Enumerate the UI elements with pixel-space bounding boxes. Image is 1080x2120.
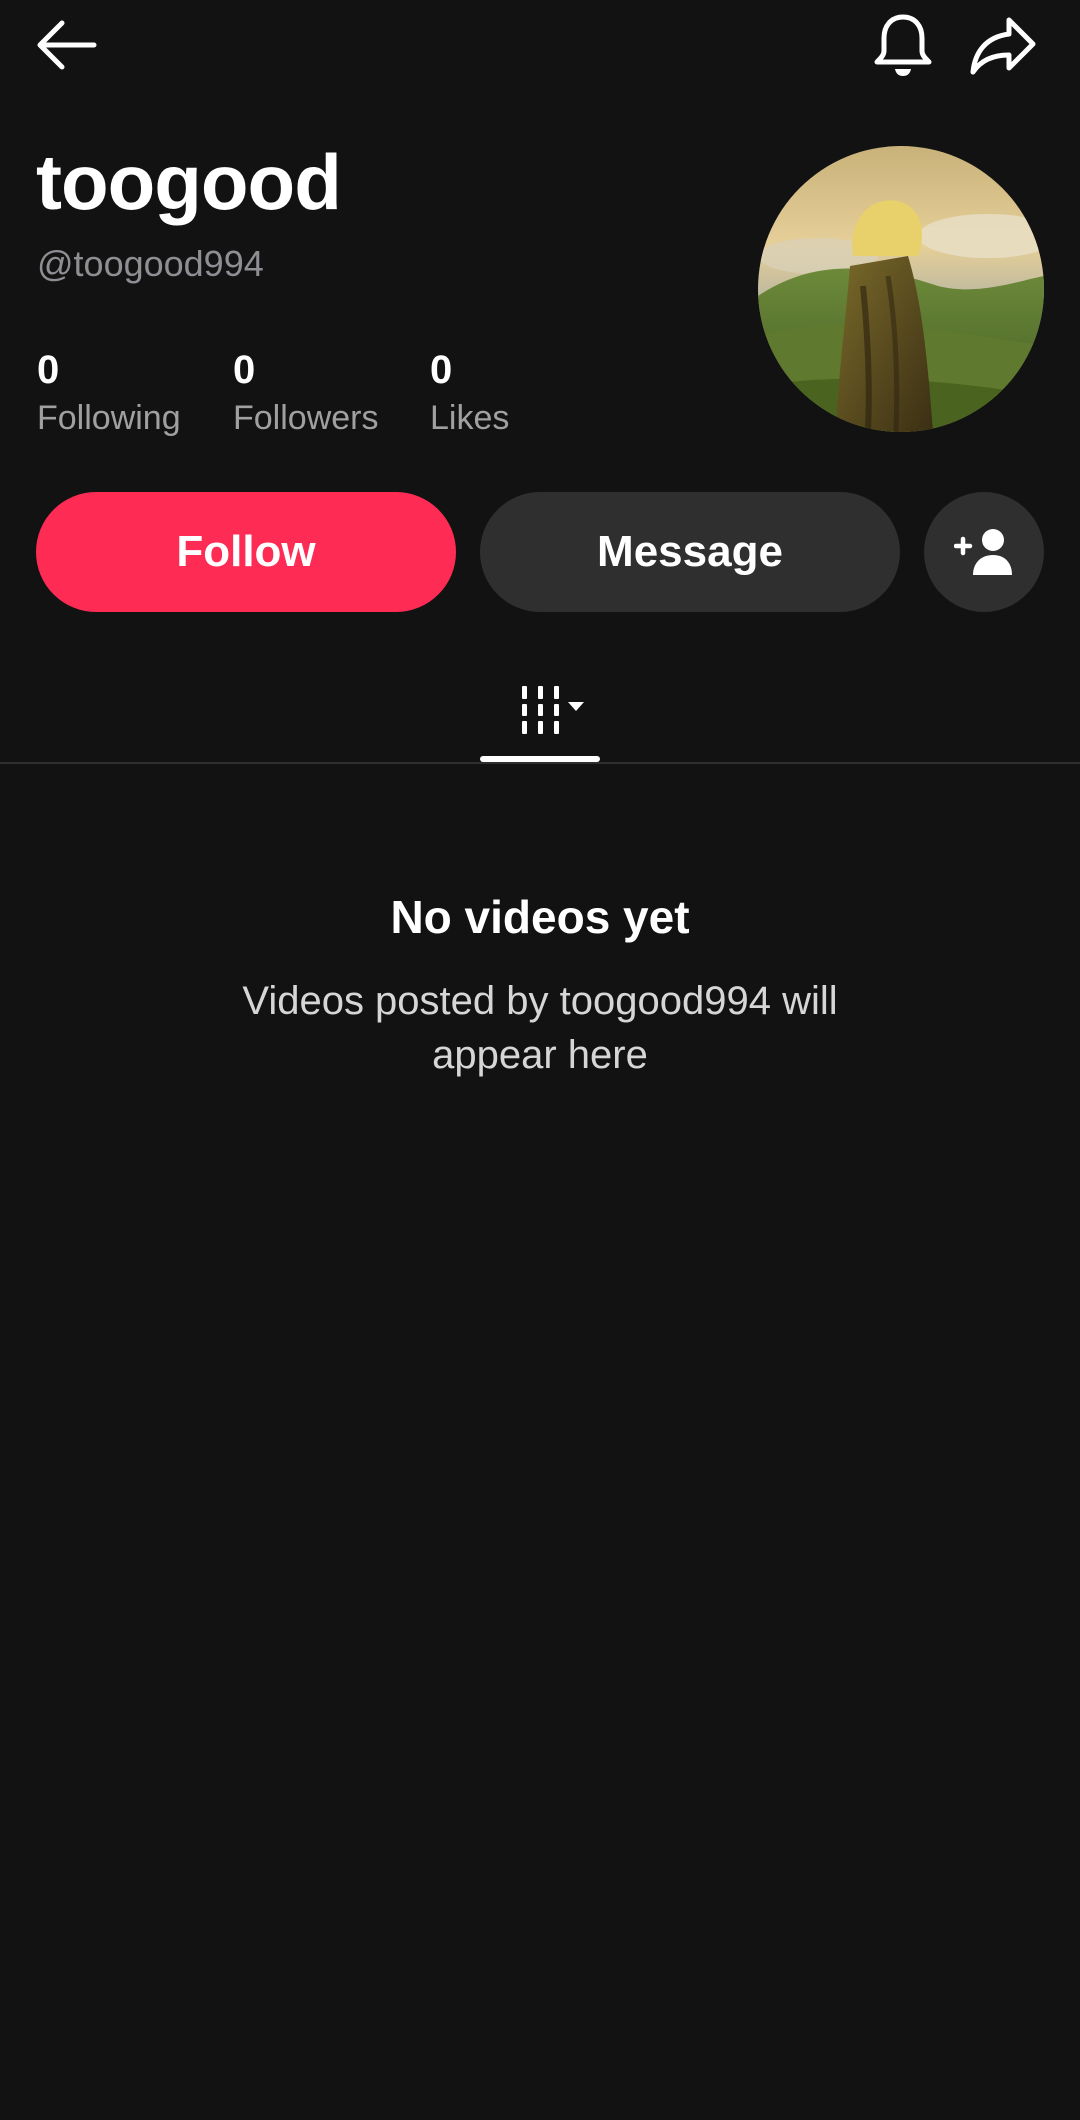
- avatar-image: [758, 146, 1044, 432]
- followers-count: 0: [233, 348, 256, 392]
- message-button[interactable]: Message: [480, 492, 900, 612]
- likes-stat[interactable]: 0 Likes: [430, 350, 509, 435]
- share-arrow-icon: [970, 17, 1036, 75]
- arrow-left-icon: [37, 20, 97, 70]
- username-handle: @toogood994: [37, 243, 264, 284]
- add-friend-button[interactable]: [924, 492, 1044, 612]
- tab-divider: [0, 762, 1080, 764]
- followers-stat[interactable]: 0 Followers: [233, 350, 378, 435]
- avatar[interactable]: [758, 146, 1044, 432]
- following-count: 0: [37, 348, 60, 392]
- empty-state-title: No videos yet: [390, 891, 690, 943]
- share-button[interactable]: [962, 8, 1044, 84]
- grid-dropdown-icon: [522, 686, 584, 734]
- likes-count: 0: [430, 348, 453, 392]
- back-button[interactable]: [26, 10, 106, 80]
- follow-button[interactable]: Follow: [36, 492, 456, 612]
- display-name: toogood: [36, 138, 342, 226]
- likes-label: Likes: [430, 399, 510, 437]
- followers-label: Followers: [233, 399, 379, 437]
- notifications-button[interactable]: [862, 8, 944, 84]
- bell-icon: [874, 14, 932, 76]
- following-label: Following: [37, 399, 181, 437]
- person-add-icon: [954, 529, 1012, 575]
- following-stat[interactable]: 0 Following: [37, 350, 181, 435]
- tab-videos[interactable]: [480, 655, 600, 765]
- empty-state-description: Videos posted by toogood994 will appear …: [242, 979, 838, 1077]
